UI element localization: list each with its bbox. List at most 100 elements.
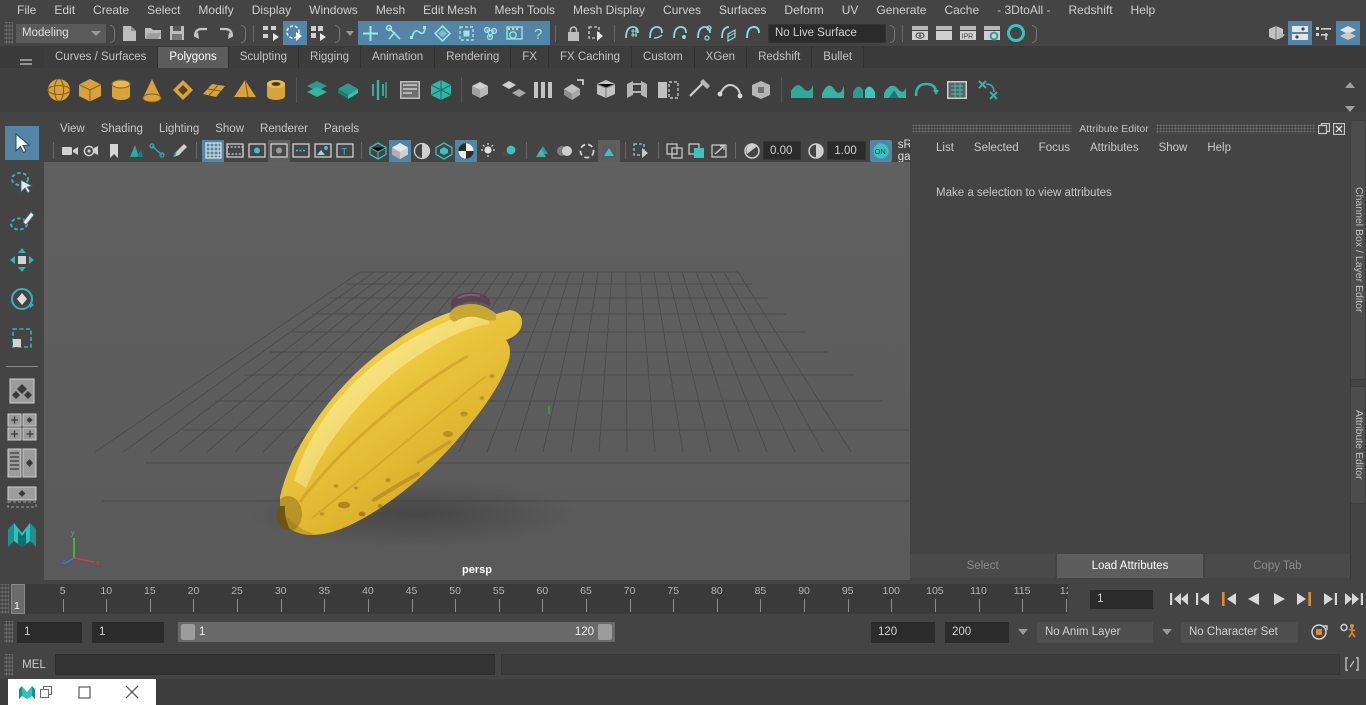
attribute-editor-toggle-icon[interactable] — [1288, 21, 1312, 45]
status-line-divider-3[interactable] — [333, 24, 340, 43]
poly-torus-icon[interactable] — [168, 74, 198, 106]
two-pane-split-layout[interactable] — [5, 412, 39, 442]
range-start-field[interactable]: 1 — [92, 621, 164, 643]
status-line-divider-1[interactable] — [108, 24, 115, 43]
ae-menu-list[interactable]: List — [926, 142, 964, 154]
poly-platonic-icon[interactable] — [364, 74, 394, 106]
ae-menu-attributes[interactable]: Attributes — [1080, 142, 1149, 154]
bevel-icon[interactable] — [591, 74, 621, 106]
screen-space-ao-icon[interactable] — [532, 140, 554, 162]
select-curves-icon[interactable] — [406, 21, 430, 45]
menu-edit-mesh[interactable]: Edit Mesh — [414, 0, 485, 20]
status-line-divider-2[interactable] — [239, 24, 246, 43]
paint-select-tool[interactable] — [5, 204, 39, 238]
range-end-handle[interactable] — [598, 624, 612, 640]
time-slider-track[interactable]: 1 5 10 15 20 25 30 35 40 45 50 55 60 65 70 75 80 85 90 95 1… — [11, 584, 1069, 614]
close-panel-icon[interactable] — [1331, 122, 1346, 136]
scale-tool[interactable] — [5, 321, 39, 355]
gate-mask-icon[interactable] — [268, 139, 290, 162]
shelf-tab-custom[interactable]: Custom — [632, 47, 695, 68]
snap-to-projected-center-icon[interactable] — [692, 21, 716, 45]
bridge-icon[interactable] — [622, 74, 652, 106]
shelf-tab-rendering[interactable]: Rendering — [435, 47, 512, 68]
render-settings-icon[interactable] — [980, 21, 1004, 45]
four-pane-layout[interactable] — [5, 484, 39, 510]
character-set-dropdown-arrow[interactable] — [1162, 629, 1172, 635]
step-forward-keyframe-icon[interactable] — [1317, 586, 1341, 612]
gamma-field[interactable]: 1.00 — [827, 141, 866, 160]
snap-to-view-plane-icon[interactable] — [716, 21, 740, 45]
ae-menu-help[interactable]: Help — [1197, 142, 1241, 154]
xray-active-components-icon[interactable] — [686, 140, 708, 162]
restore-window-icon[interactable] — [40, 685, 53, 699]
menu-uv[interactable]: UV — [833, 0, 868, 20]
menu-modify[interactable]: Modify — [189, 0, 242, 20]
select-by-component-type-icon[interactable] — [307, 21, 331, 45]
wireframe-icon[interactable] — [367, 140, 389, 162]
close-window-icon[interactable] — [108, 679, 156, 705]
viewport-menu-shading[interactable]: Shading — [93, 120, 151, 139]
channel-box-toggle-icon[interactable] — [1312, 21, 1336, 45]
menu-3dtoall[interactable]: - 3DtoAll - — [988, 0, 1059, 20]
exposure-icon[interactable] — [741, 140, 763, 162]
range-start-handle[interactable] — [181, 624, 195, 640]
status-line-divider-4[interactable] — [888, 24, 895, 43]
highlight-selection-icon[interactable] — [585, 21, 609, 45]
color-management-toggle-icon[interactable]: ON — [869, 139, 892, 162]
film-origin-icon[interactable] — [290, 140, 312, 162]
motion-blur-icon[interactable] — [554, 140, 576, 162]
textured-icon[interactable] — [455, 139, 477, 162]
menu-generate[interactable]: Generate — [867, 0, 935, 20]
step-back-frame-icon[interactable] — [1217, 586, 1241, 612]
status-line-grip[interactable] — [4, 22, 13, 44]
shelf-tab-rigging[interactable]: Rigging — [299, 47, 362, 68]
target-weld-icon[interactable] — [715, 74, 745, 106]
shelf-tab-sculpting[interactable]: Sculpting — [228, 47, 300, 68]
select-joints-icon[interactable] — [382, 21, 406, 45]
menu-edit[interactable]: Edit — [45, 0, 84, 20]
gamma-icon[interactable] — [805, 140, 827, 162]
mirror-icon[interactable] — [849, 74, 879, 106]
viewport-menu-view[interactable]: View — [52, 120, 93, 139]
extrude-icon[interactable] — [560, 74, 590, 106]
anim-end-field[interactable]: 200 — [945, 621, 1009, 643]
menu-display[interactable]: Display — [243, 0, 300, 20]
rotate-tool[interactable] — [5, 282, 39, 316]
range-slider-grip[interactable] — [4, 621, 13, 643]
grid-toggle-icon[interactable] — [202, 139, 224, 162]
poly-type-icon[interactable] — [395, 74, 425, 106]
reduce-icon[interactable] — [880, 74, 910, 106]
save-scene-icon[interactable] — [165, 21, 189, 45]
quad-draw-icon[interactable] — [746, 74, 776, 106]
three-pane-layout[interactable] — [5, 447, 39, 479]
menu-mesh-tools[interactable]: Mesh Tools — [486, 0, 564, 20]
poly-helix-icon[interactable] — [302, 74, 332, 106]
shelf-tab-redshift[interactable]: Redshift — [747, 47, 813, 68]
poly-plane-icon[interactable] — [199, 74, 229, 106]
shelf-tab-xgen[interactable]: XGen — [694, 47, 748, 68]
poly-cone-icon[interactable] — [137, 74, 167, 106]
command-line-grip[interactable] — [4, 653, 13, 676]
viewport-3d-canvas[interactable]: y x z persp — [44, 162, 910, 580]
select-by-object-type-icon[interactable] — [283, 21, 307, 45]
menu-mesh-display[interactable]: Mesh Display — [564, 0, 654, 20]
ae-menu-focus[interactable]: Focus — [1029, 142, 1080, 154]
anim-layer-dropdown-arrow[interactable] — [1018, 629, 1028, 635]
separate-icon[interactable] — [498, 74, 528, 106]
render-sequence-icon[interactable] — [932, 21, 956, 45]
menu-cache[interactable]: Cache — [935, 0, 988, 20]
snap-to-grid-icon[interactable] — [620, 21, 644, 45]
select-handles-icon[interactable] — [358, 21, 382, 45]
maya-logo-icon[interactable] — [5, 517, 39, 551]
render-current-frame-icon[interactable] — [908, 21, 932, 45]
viewport-menu-lighting[interactable]: Lighting — [151, 120, 207, 139]
menu-curves[interactable]: Curves — [654, 0, 710, 20]
show-hud-icon[interactable]: T — [334, 140, 356, 162]
poly-cylinder-icon[interactable] — [106, 74, 136, 106]
anim-layer-selector[interactable]: No Anim Layer — [1037, 621, 1153, 643]
single-pane-layout[interactable] — [5, 375, 39, 407]
use-all-lights-icon[interactable] — [477, 140, 499, 162]
copy-tab-button[interactable]: Copy Tab — [1204, 554, 1350, 578]
maximize-window-icon[interactable] — [60, 679, 108, 705]
poly-pipe-icon[interactable] — [261, 74, 291, 106]
